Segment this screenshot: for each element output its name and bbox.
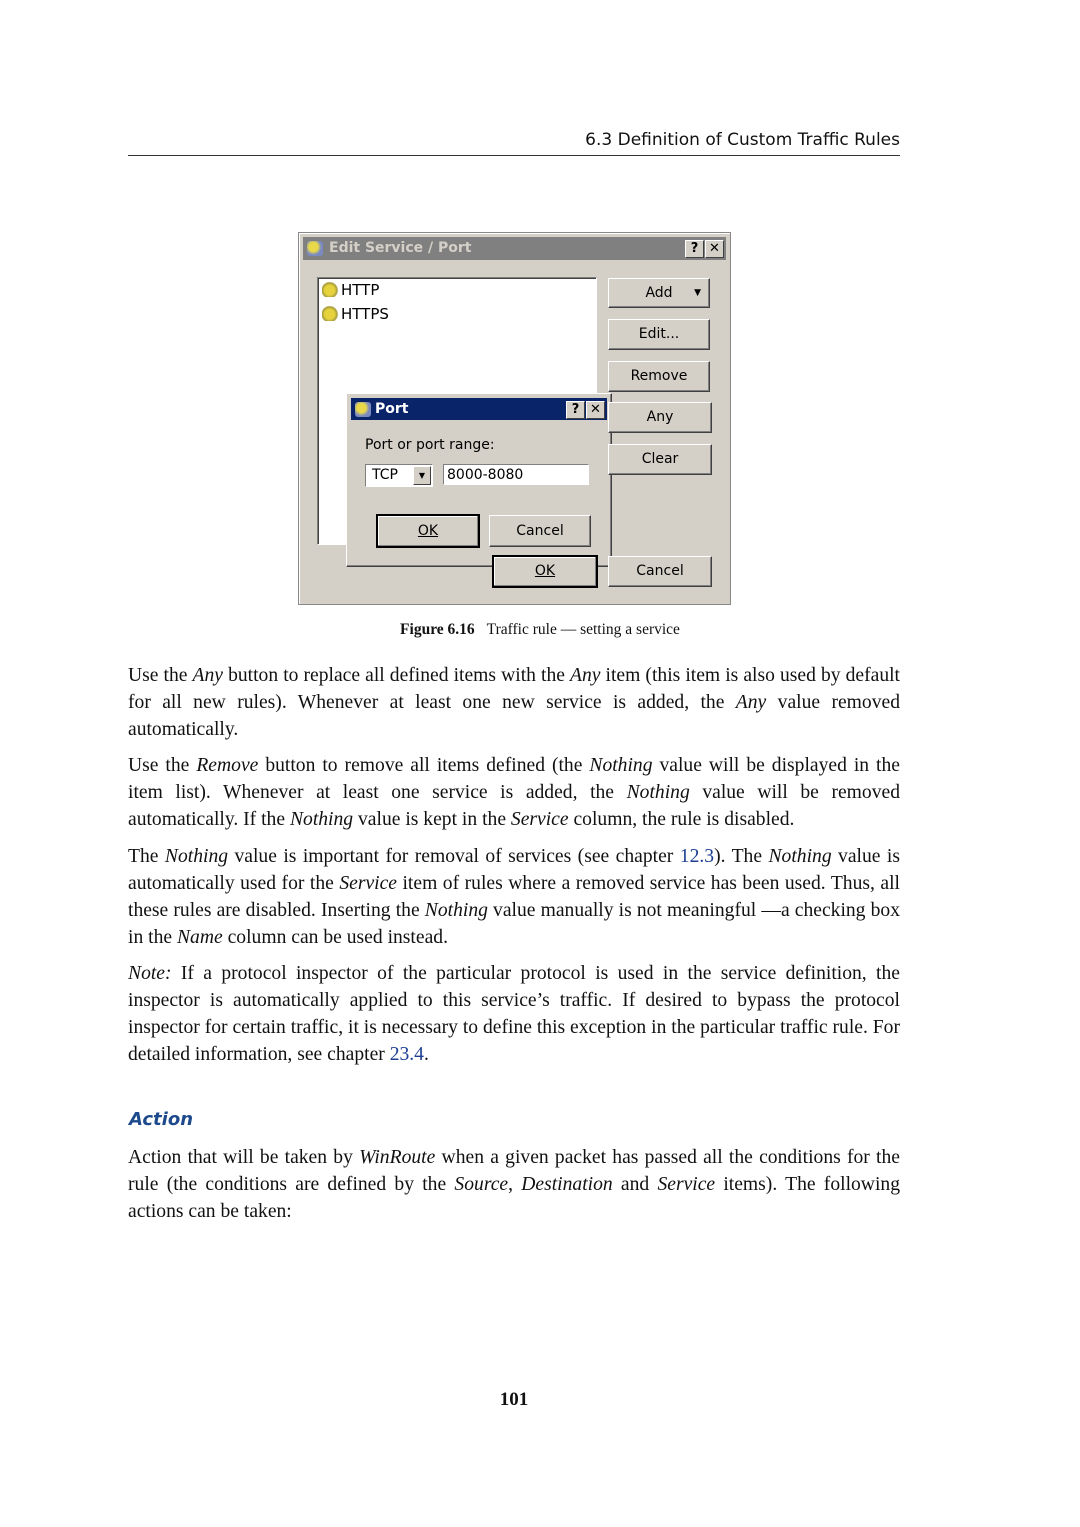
figure-number: Figure 6.16 <box>400 621 475 638</box>
header-rule <box>128 155 900 156</box>
page-number: 101 <box>499 1389 529 1410</box>
ok-button[interactable]: OK <box>492 555 598 588</box>
list-item-label: HTTP <box>341 281 380 299</box>
emphasis-text: Any <box>192 665 224 686</box>
emphasis-text: Service <box>657 1174 716 1195</box>
text-run: ). The <box>714 846 769 867</box>
emphasis-text: Remove <box>196 755 259 776</box>
add-button[interactable]: Add ▼ <box>608 278 710 308</box>
emphasis-text: Any <box>570 665 601 686</box>
add-label: Add <box>645 285 673 301</box>
text-run: button to replace all defined items with… <box>223 665 571 686</box>
ok-label: OK <box>534 563 556 579</box>
figure-caption-text: Traffic rule — setting a service <box>486 621 680 638</box>
paragraph: Use the Any button to replace all define… <box>128 662 900 743</box>
chevron-down-icon[interactable]: ▼ <box>413 466 431 485</box>
chevron-down-icon: ▼ <box>694 288 701 298</box>
text-run: button to remove all items defined (the <box>258 755 590 776</box>
text-run: value is kept in the <box>353 809 511 830</box>
emphasis-text: Nothing <box>589 755 653 776</box>
chapter-link[interactable]: 12.3 <box>680 846 714 867</box>
service-icon <box>307 241 323 256</box>
text-run: If a protocol inspector of the particula… <box>128 963 900 1065</box>
emphasis-text: Service <box>339 873 397 894</box>
dialog-title: Edit Service / Port <box>329 240 472 256</box>
chapter-link[interactable]: 23.4 <box>390 1044 424 1065</box>
service-list[interactable]: HTTP HTTPS Port ? ✕ Port or port range: … <box>317 277 612 567</box>
emphasis-text: Service <box>510 809 569 830</box>
protocol-value: TCP <box>372 467 398 483</box>
text-run: column can be used instead. <box>222 927 448 948</box>
port-range-label: Port or port range: <box>365 437 495 453</box>
figure-caption: Figure 6.16 Traffic rule — setting a serv… <box>0 621 1080 639</box>
text-run: value is important for removal of servic… <box>228 846 680 867</box>
list-item[interactable]: HTTPS <box>322 305 389 323</box>
any-button[interactable]: Any <box>608 402 712 433</box>
emphasis-text: Destination <box>521 1174 613 1195</box>
edit-button[interactable]: Edit... <box>608 319 710 350</box>
emphasis-text: Nothing <box>289 809 354 830</box>
text-run: Use the <box>128 755 197 776</box>
remove-button[interactable]: Remove <box>608 361 710 392</box>
service-icon <box>355 402 371 417</box>
port-dialog-title: Port <box>375 401 409 417</box>
emphasis-text: Nothing <box>626 782 690 803</box>
port-help-button[interactable]: ? <box>566 401 585 419</box>
clear-button[interactable]: Clear <box>608 444 712 475</box>
port-title-bar[interactable]: Port ? ✕ <box>351 398 607 420</box>
dialog-title-bar[interactable]: Edit Service / Port ? ✕ <box>303 237 726 260</box>
service-gear-icon <box>322 282 339 297</box>
port-cancel-label: Cancel <box>516 523 564 539</box>
emphasis-text: Name <box>176 927 223 948</box>
cancel-button[interactable]: Cancel <box>608 556 712 587</box>
emphasis-text: WinRoute <box>359 1147 436 1168</box>
text-run: , <box>508 1174 522 1195</box>
text-run: . <box>423 1044 429 1065</box>
port-close-button[interactable]: ✕ <box>586 401 605 419</box>
protocol-select[interactable]: TCP ▼ <box>365 464 433 487</box>
emphasis-text: Any <box>735 692 767 713</box>
paragraph: The Nothing value is important for remov… <box>128 843 900 951</box>
document-page: 6.3 Definition of Custom Traffic Rules E… <box>0 0 1080 1527</box>
list-item-label: HTTPS <box>341 305 389 323</box>
emphasis-text: Nothing <box>768 846 832 867</box>
emphasis-text: Source <box>454 1174 509 1195</box>
help-button[interactable]: ? <box>685 240 704 258</box>
port-range-input[interactable]: 8000-8080 <box>443 464 589 485</box>
close-button[interactable]: ✕ <box>705 240 724 258</box>
emphasis-text: Nothing <box>164 846 229 867</box>
service-gear-icon <box>322 306 339 321</box>
list-item[interactable]: HTTP <box>322 281 379 299</box>
text-run: column, the rule is disabled. <box>568 809 795 830</box>
section-heading: Action <box>129 1109 194 1130</box>
port-ok-button[interactable]: OK <box>376 514 480 548</box>
paragraph: Use the Remove button to remove all item… <box>128 752 900 833</box>
text-run: Action that will be taken by <box>128 1147 360 1168</box>
paragraph: Action that will be taken by WinRoute wh… <box>128 1144 900 1225</box>
text-run: The <box>128 846 165 867</box>
running-header: 6.3 Definition of Custom Traffic Rules <box>585 130 900 150</box>
port-ok-label: OK <box>417 523 439 539</box>
port-dialog: Port ? ✕ Port or port range: TCP ▼ 8000-… <box>346 393 612 567</box>
paragraph: Note: If a protocol inspector of the par… <box>128 960 900 1068</box>
emphasis-text: Note: <box>128 963 172 984</box>
text-run: Use the <box>128 665 193 686</box>
port-cancel-button[interactable]: Cancel <box>489 515 591 547</box>
emphasis-text: Nothing <box>424 900 488 921</box>
edit-service-dialog: Edit Service / Port ? ✕ HTTP HTTPS Port … <box>298 232 731 605</box>
text-run: and <box>612 1174 658 1195</box>
